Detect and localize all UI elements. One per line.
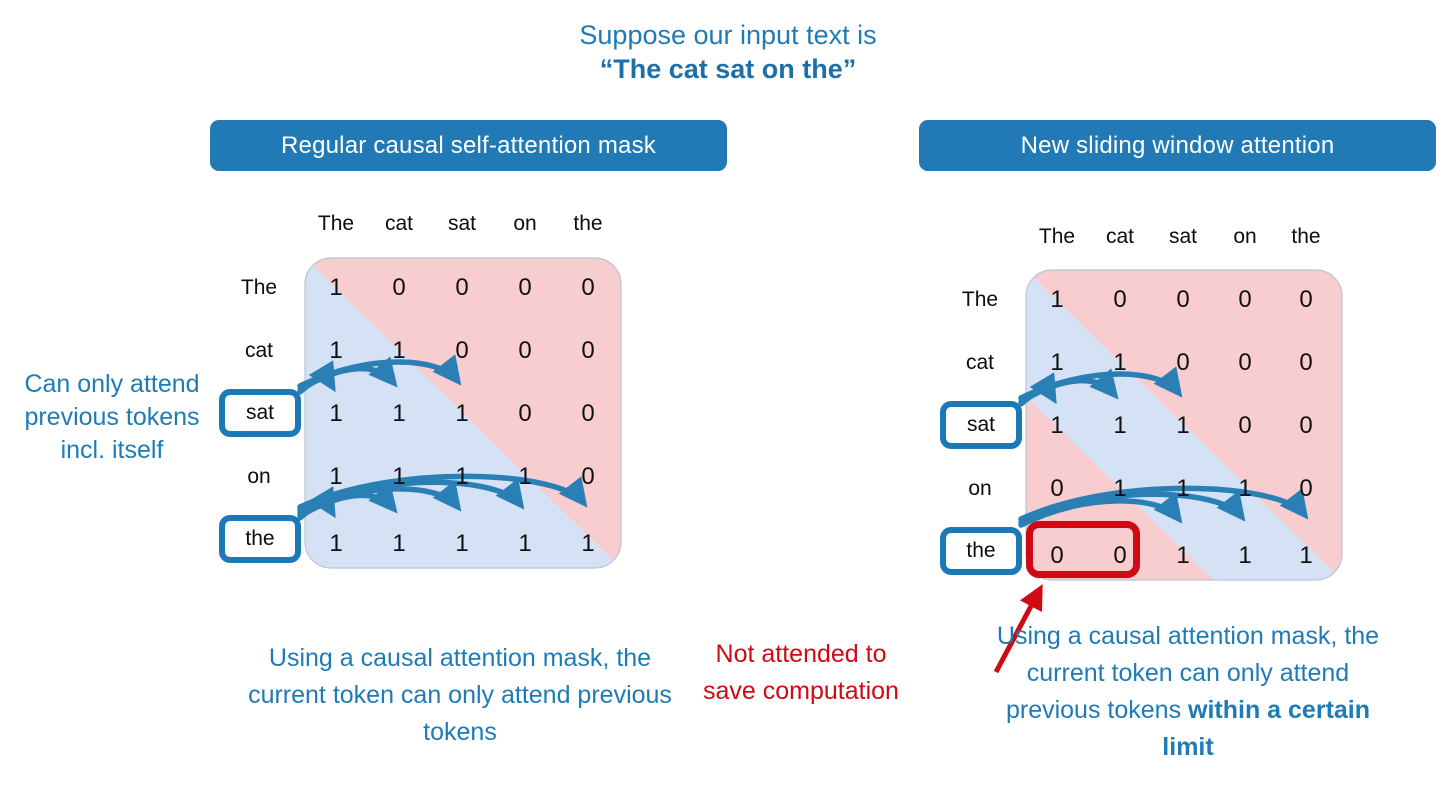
matrix-cell-r1-c3: 0 bbox=[518, 337, 532, 364]
left-col-header-0: The bbox=[317, 212, 355, 235]
matrix-cell-r1-c1: 1 bbox=[1113, 349, 1127, 376]
matrix-cell-r4-c4: 1 bbox=[581, 530, 595, 557]
caption-right-bottom: Using a causal attention mask, the curre… bbox=[988, 618, 1388, 766]
matrix-cell-r3-c1: 1 bbox=[392, 463, 406, 490]
left-row-header-0: The bbox=[240, 276, 278, 299]
matrix-cell-r3-c3: 1 bbox=[1238, 475, 1252, 502]
caption-right-bottom-emphasis: within a certain limit bbox=[1162, 696, 1371, 761]
matrix-cell-r2-c2: 1 bbox=[455, 400, 469, 427]
left-row-header-1: cat bbox=[244, 339, 274, 362]
headline-input-text: “The cat sat on the” bbox=[599, 54, 857, 84]
matrix-cell-r3-c4: 0 bbox=[581, 463, 595, 490]
right-row-header-3: on bbox=[968, 477, 992, 500]
right-row-header-1: cat bbox=[965, 351, 995, 374]
matrix-cell-r4-c2: 1 bbox=[1176, 542, 1190, 569]
matrix-cell-r4-c3: 1 bbox=[1238, 542, 1252, 569]
left-col-header-2: sat bbox=[447, 212, 477, 235]
matrix-cell-r3-c2: 1 bbox=[1176, 475, 1190, 502]
matrix-cell-r4-c0: 0 bbox=[1050, 542, 1064, 569]
matrix-cell-r3-c0: 0 bbox=[1050, 475, 1064, 502]
matrix-cell-r2-c3: 0 bbox=[1238, 412, 1252, 439]
right-row-header-0: The bbox=[961, 288, 999, 311]
matrix-cell-r0-c0: 1 bbox=[329, 274, 343, 301]
matrix-cell-r0-c1: 0 bbox=[1113, 286, 1127, 313]
matrix-cell-r0-c1: 0 bbox=[392, 274, 406, 301]
matrix-cell-r1-c2: 0 bbox=[455, 337, 469, 364]
matrix-cell-r4-c3: 1 bbox=[518, 530, 532, 557]
matrix-cell-r3-c2: 1 bbox=[455, 463, 469, 490]
matrix-cell-r4-c4: 1 bbox=[1299, 542, 1313, 569]
matrix-cell-r1-c4: 0 bbox=[1299, 349, 1313, 376]
matrix-cell-r1-c4: 0 bbox=[581, 337, 595, 364]
matrix-cell-r2-c2: 1 bbox=[1176, 412, 1190, 439]
right-col-header-3: on bbox=[1233, 225, 1257, 248]
matrix-cell-r0-c4: 0 bbox=[1299, 286, 1313, 313]
left-row-header-3: on bbox=[247, 465, 271, 488]
matrix-cell-r1-c0: 1 bbox=[1050, 349, 1064, 376]
matrix-cell-r2-c1: 1 bbox=[1113, 412, 1127, 439]
matrix-cell-r4-c2: 1 bbox=[455, 530, 469, 557]
matrix-cell-r1-c1: 1 bbox=[392, 337, 406, 364]
left-col-header-4: the bbox=[573, 212, 603, 235]
right-col-header-4: the bbox=[1291, 225, 1321, 248]
matrix-cell-r2-c3: 0 bbox=[518, 400, 532, 427]
matrix-cell-r1-c2: 0 bbox=[1176, 349, 1190, 376]
matrix-cell-r3-c3: 1 bbox=[518, 463, 532, 490]
left-row-token-box-sat[interactable]: sat bbox=[219, 389, 301, 437]
right-mask-regions bbox=[1026, 270, 1342, 580]
matrix-cell-r0-c3: 0 bbox=[518, 274, 532, 301]
caption-not-attended: Not attended to save computation bbox=[703, 640, 899, 705]
matrix-cell-r2-c0: 1 bbox=[1050, 412, 1064, 439]
right-row-token-box-sat[interactable]: sat bbox=[940, 401, 1022, 449]
right-col-header-0: The bbox=[1038, 225, 1076, 248]
left-row-token-box-the[interactable]: the bbox=[219, 515, 301, 563]
matrix-cell-r0-c2: 0 bbox=[455, 274, 469, 301]
headline: Suppose our input text is “The cat sat o… bbox=[0, 18, 1456, 86]
matrix-cell-r2-c0: 1 bbox=[329, 400, 343, 427]
right-row-token-box-the[interactable]: the bbox=[940, 527, 1022, 575]
matrix-cell-r4-c1: 1 bbox=[392, 530, 406, 557]
matrix-cell-r3-c0: 1 bbox=[329, 463, 343, 490]
matrix-cell-r3-c1: 1 bbox=[1113, 475, 1127, 502]
headline-line1: Suppose our input text is bbox=[579, 20, 877, 50]
matrix-cell-r2-c4: 0 bbox=[1299, 412, 1313, 439]
matrix-cell-r4-c0: 1 bbox=[329, 530, 343, 557]
matrix-cell-r0-c2: 0 bbox=[1176, 286, 1190, 313]
matrix-cell-r2-c1: 1 bbox=[392, 400, 406, 427]
panel-title-regular-causal-mask: Regular causal self-attention mask bbox=[210, 120, 727, 171]
matrix-cell-r1-c3: 0 bbox=[1238, 349, 1252, 376]
matrix-cell-r0-c0: 1 bbox=[1050, 286, 1064, 313]
caption-left-bottom: Using a causal attention mask, the curre… bbox=[248, 644, 672, 746]
caption-left-side: Can only attend previous tokens incl. it… bbox=[24, 370, 200, 464]
right-col-header-2: sat bbox=[1168, 225, 1198, 248]
left-col-header-3: on bbox=[513, 212, 537, 235]
matrix-cell-r3-c4: 0 bbox=[1299, 475, 1313, 502]
left-col-header-1: cat bbox=[384, 212, 414, 235]
matrix-cell-r2-c4: 0 bbox=[581, 400, 595, 427]
matrix-cell-r1-c0: 1 bbox=[329, 337, 343, 364]
right-col-header-1: cat bbox=[1105, 225, 1135, 248]
matrix-cell-r0-c3: 0 bbox=[1238, 286, 1252, 313]
matrix-cell-r4-c1: 0 bbox=[1113, 542, 1127, 569]
matrix-cell-r0-c4: 0 bbox=[581, 274, 595, 301]
panel-title-sliding-window: New sliding window attention bbox=[919, 120, 1436, 171]
